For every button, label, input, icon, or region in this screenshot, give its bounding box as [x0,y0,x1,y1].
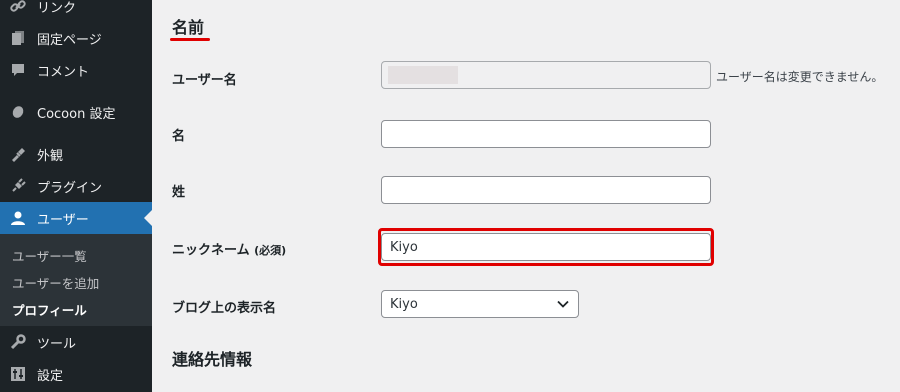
users-icon [8,208,28,228]
highlight-frame [378,228,714,266]
admin-sidebar: リンク 固定ページ コメント Cocoon 設定 外観 プラグイン ユーザー ユ… [0,0,152,392]
sidebar-item-label: Cocoon 設定 [37,106,116,122]
last-name-label: 姓 [172,185,186,200]
sidebar-item-users[interactable]: ユーザー [0,202,152,234]
link-icon [8,0,28,16]
username-label: ユーザー名 [172,73,237,88]
sidebar-item-comments[interactable]: コメント [0,54,152,86]
submenu-item-add-user[interactable]: ユーザーを追加 [12,273,99,292]
chevron-down-icon [557,300,569,308]
title-underline [170,38,210,41]
sidebar-item-label: 設定 [37,368,64,384]
submenu-item-all-users[interactable]: ユーザー一覧 [12,246,87,265]
tools-icon [8,332,28,352]
cocoon-icon [8,102,28,122]
settings-icon [8,364,28,384]
appearance-icon [8,144,28,164]
username-hint: ユーザー名は変更できません。 [716,70,884,84]
section-title-name: 名前 [172,18,205,37]
active-indicator [144,210,152,226]
sidebar-item-label: 固定ページ [37,32,102,48]
sidebar-item-links[interactable]: リンク [0,0,152,22]
first-name-label: 名 [172,129,186,144]
nickname-label: ニックネーム (必須) [172,239,286,258]
profile-main: 名前 ユーザー名 ユーザー名は変更できません。 名 姓 ニックネーム (必須) … [152,0,900,392]
users-submenu: ユーザー一覧 ユーザーを追加 プロフィール [0,234,152,326]
first-name-field[interactable] [381,120,711,148]
last-name-field[interactable] [381,176,711,204]
sidebar-item-cocoon-settings[interactable]: Cocoon 設定 [0,96,152,128]
pages-icon [8,28,28,48]
sidebar-item-pages[interactable]: 固定ページ [0,22,152,54]
username-redacted [388,66,458,84]
nickname-label-text: ニックネーム [172,243,250,258]
sidebar-item-tools[interactable]: ツール [0,326,152,358]
section-title-contact: 連絡先情報 [172,350,253,369]
submenu-item-profile[interactable]: プロフィール [12,300,87,319]
sidebar-item-settings[interactable]: 設定 [0,358,152,390]
sidebar-item-label: プラグイン [37,180,103,196]
menu-separator [0,128,152,138]
sidebar-item-label: ツール [37,336,77,352]
sidebar-item-plugins[interactable]: プラグイン [0,170,152,202]
comments-icon [8,60,28,80]
display-name-label: ブログ上の表示名 [172,301,277,316]
display-name-selected: Kiyo [390,296,418,312]
sidebar-item-label: リンク [37,0,77,16]
menu-separator [0,86,152,96]
sidebar-item-label: コメント [37,64,90,80]
required-marker: (必須) [254,244,287,257]
sidebar-item-appearance[interactable]: 外観 [0,138,152,170]
display-name-select[interactable]: Kiyo [381,290,579,318]
plugins-icon [8,176,28,196]
sidebar-item-label: ユーザー [37,212,89,228]
sidebar-item-label: 外観 [37,148,64,164]
